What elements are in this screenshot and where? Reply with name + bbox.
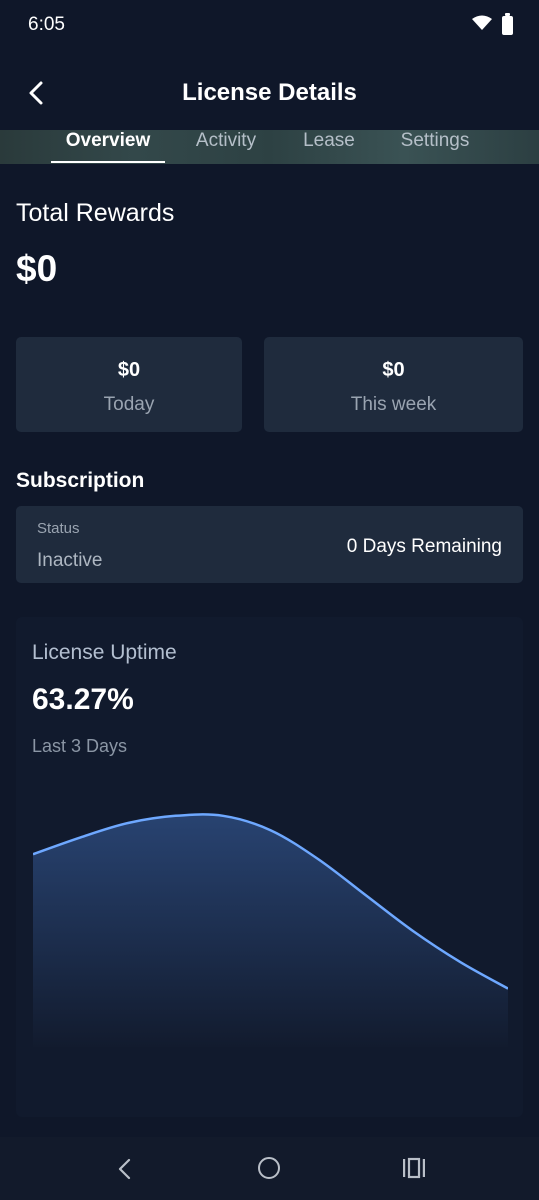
total-rewards-label: Total Rewards: [16, 199, 175, 227]
license-uptime-card: License Uptime 63.27% Last 3 Days: [16, 617, 523, 1117]
wifi-icon: [472, 15, 492, 36]
uptime-area-chart: [33, 813, 508, 1047]
subscription-heading: Subscription: [16, 469, 145, 492]
uptime-value: 63.27%: [32, 683, 134, 716]
tab-settings[interactable]: Settings: [388, 130, 482, 164]
app-header: License Details: [0, 52, 539, 132]
tab-bar: Overview Activity Lease Settings: [0, 130, 539, 164]
rewards-week-label: This week: [350, 394, 437, 415]
uptime-title: License Uptime: [32, 641, 177, 664]
tab-active-indicator: [51, 161, 165, 163]
status-icons: [472, 13, 513, 36]
subscription-card: Status Inactive 0 Days Remaining: [16, 506, 523, 583]
nav-home-icon[interactable]: [258, 1157, 280, 1179]
battery-icon: [502, 13, 513, 35]
page-title: License Details: [182, 79, 357, 106]
license-details-screen: 6:05 License Details Overview Activity L…: [0, 0, 539, 1200]
uptime-period: Last 3 Days: [32, 736, 128, 756]
rewards-week-value: $0: [382, 359, 405, 381]
rewards-today-value: $0: [117, 359, 141, 381]
nav-back-icon[interactable]: [114, 1157, 136, 1181]
subscription-status-value: Inactive: [37, 550, 103, 571]
uptime-area-fill: [33, 814, 508, 1047]
tab-lease[interactable]: Lease: [295, 130, 363, 164]
system-nav-bar: [0, 1137, 539, 1200]
tab-overview[interactable]: Overview: [51, 130, 165, 164]
nav-recents-icon[interactable]: [402, 1157, 426, 1179]
subscription-days-remaining: 0 Days Remaining: [346, 536, 502, 557]
total-rewards-value: $0: [16, 248, 58, 289]
rewards-today-card: $0 Today: [16, 337, 242, 432]
tab-activity[interactable]: Activity: [180, 130, 272, 164]
status-time: 6:05: [28, 14, 65, 35]
status-bar: 6:05: [0, 0, 539, 52]
rewards-week-card: $0 This week: [264, 337, 523, 432]
subscription-status-label: Status: [37, 520, 80, 537]
rewards-today-label: Today: [103, 394, 155, 415]
